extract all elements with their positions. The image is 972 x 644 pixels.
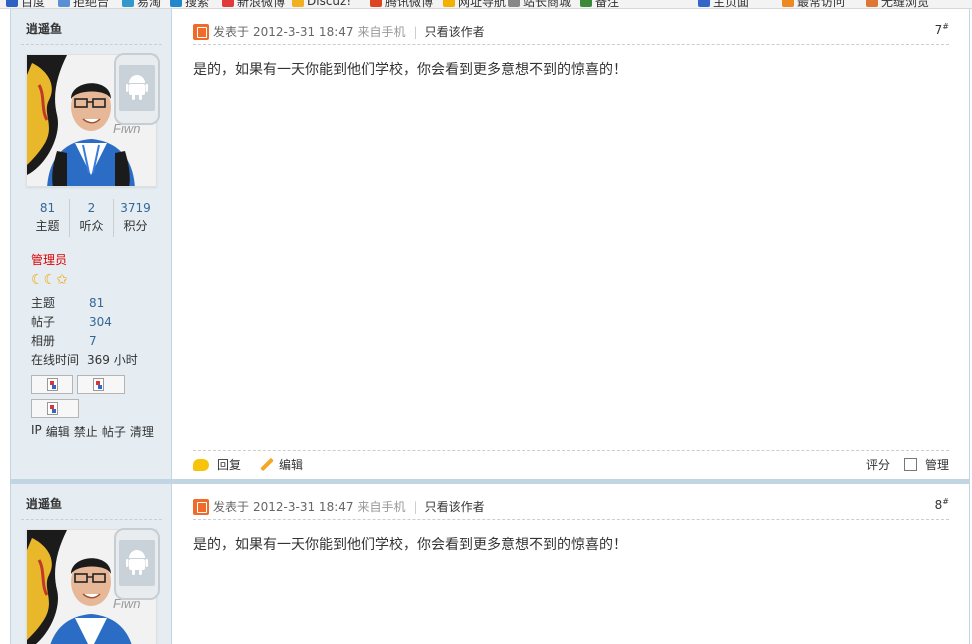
android-icon xyxy=(126,75,148,100)
ban-user-link[interactable]: 禁止 xyxy=(74,423,98,440)
user-group-label[interactable]: 管理员 xyxy=(31,251,67,268)
mobile-phone-icon xyxy=(114,528,160,600)
reply-icon xyxy=(193,458,209,471)
discuz-icon xyxy=(292,0,304,7)
site-icon xyxy=(170,0,182,7)
post-actions: 回复 编辑 评分 管理 xyxy=(193,450,949,478)
medal-icon[interactable] xyxy=(31,375,73,394)
bookmark-item[interactable]: Discuz! xyxy=(292,0,351,8)
author-name[interactable]: 逍遥鱼 xyxy=(26,20,62,37)
edit-button[interactable]: 编辑 xyxy=(259,456,303,473)
bookmark-item[interactable]: 无缝浏览 xyxy=(866,0,929,8)
thread-container: 逍遥鱼 Fiwn 81 主题 2 听众 3719 积分 管理员 ☾ ☾ ✩ 主题… xyxy=(10,9,970,644)
post-7: 逍遥鱼 Fiwn 81 主题 2 听众 3719 积分 管理员 ☾ ☾ ✩ 主题… xyxy=(11,9,969,479)
author-sidebar: 逍遥鱼 Fiwn xyxy=(11,9,172,479)
post-body: 发表于 2012-3-31 18:47 来自手机 | 只看该作者 8# 是的，如… xyxy=(173,484,969,644)
bookmark-item[interactable]: 最常访问 xyxy=(782,0,845,8)
online-time-row: 在线时间 369 小时 xyxy=(31,353,138,367)
edit-user-link[interactable]: 编辑 xyxy=(46,423,70,440)
cleanup-link[interactable]: 清理 xyxy=(130,423,154,440)
post-body: 发表于 2012-3-31 18:47 来自手机 | 只看该作者 7# 是的，如… xyxy=(173,9,969,479)
only-author-link[interactable]: 只看该作者 xyxy=(425,498,485,515)
bookmark-item[interactable]: 网址导航 xyxy=(443,0,506,8)
site-icon xyxy=(122,0,134,7)
author-sidebar: 逍遥鱼 Fiwn xyxy=(11,484,172,644)
home-icon xyxy=(698,0,710,7)
post-source: 来自手机 xyxy=(357,500,406,514)
admin-links: IP 编辑 禁止 帖子 清理 xyxy=(31,423,154,440)
mobile-phone-icon xyxy=(114,53,160,125)
post-time-label: 发表于 xyxy=(213,500,250,514)
medal-icon[interactable] xyxy=(31,399,79,418)
post-header: 发表于 2012-3-31 18:47 来自手机 | 只看该作者 7# xyxy=(193,19,949,45)
ip-link[interactable]: IP xyxy=(31,423,42,440)
info-row: 帖子 304 xyxy=(31,315,112,329)
bookmark-item[interactable]: 站长商城 xyxy=(508,0,571,8)
post-8: 逍遥鱼 Fiwn 发表于 2012-3-31 18:47 来自手机 | 只看该作… xyxy=(11,484,969,644)
rank-stars-icon: ☾ ☾ ✩ xyxy=(31,272,68,288)
manage-label[interactable]: 管理 xyxy=(925,456,949,473)
divider xyxy=(21,44,162,45)
android-icon xyxy=(126,550,148,575)
author-stats: 81 主题 2 听众 3719 积分 xyxy=(26,199,157,237)
post-time: 2012-3-31 18:47 xyxy=(253,24,354,39)
post-icon xyxy=(193,498,209,515)
site-icon xyxy=(508,0,520,7)
post-header: 发表于 2012-3-31 18:47 来自手机 | 只看该作者 8# xyxy=(193,494,949,520)
separator: | xyxy=(413,24,418,39)
weibo-icon xyxy=(222,0,234,7)
moon-icon: ☾ xyxy=(31,272,44,288)
post-source: 来自手机 xyxy=(357,25,406,39)
bookmark-item[interactable]: 百度 xyxy=(6,0,45,8)
site-icon xyxy=(580,0,592,7)
author-info: 主题 81 帖子 304 相册 7 在线时间 369 小时 xyxy=(31,294,161,370)
separator: | xyxy=(413,499,418,514)
user-posts-link[interactable]: 帖子 xyxy=(102,423,126,440)
bookmark-item[interactable]: 易淘 xyxy=(122,0,161,8)
post-content: 是的，如果有一天你能到他们学校，你会看到更多意想不到的惊喜的！ xyxy=(193,62,627,78)
site-icon xyxy=(58,0,70,7)
bookmark-item[interactable]: 腾讯微博 xyxy=(370,0,433,8)
star-icon xyxy=(443,0,455,7)
bookmark-bar: 百度 拒绝台 易淘 搜索 新浪微博 Discuz! 腾讯微博 网址导航 站长商城… xyxy=(0,0,972,9)
info-row: 主题 81 xyxy=(31,296,105,310)
tencent-weibo-icon xyxy=(370,0,382,7)
moon-icon: ☾ xyxy=(43,272,57,288)
pencil-icon xyxy=(259,458,273,472)
post-content: 是的，如果有一天你能到他们学校，你会看到更多意想不到的惊喜的！ xyxy=(193,537,627,553)
stat-followers[interactable]: 2 听众 xyxy=(70,199,114,237)
floor-number[interactable]: 8# xyxy=(935,497,949,512)
baidu-icon xyxy=(6,0,18,7)
bookmark-item[interactable]: 备注 xyxy=(580,0,619,8)
reply-button[interactable]: 回复 xyxy=(193,456,241,473)
author-name[interactable]: 逍遥鱼 xyxy=(26,495,62,512)
firefox-icon xyxy=(782,0,794,7)
bookmark-item[interactable]: 搜索 xyxy=(170,0,209,8)
stat-credits[interactable]: 3719 积分 xyxy=(114,199,157,237)
post-right-actions: 评分 管理 xyxy=(866,456,949,473)
site-icon xyxy=(866,0,878,7)
bookmark-item[interactable]: 拒绝台 xyxy=(58,0,109,8)
post-time-label: 发表于 xyxy=(213,25,250,39)
only-author-link[interactable]: 只看该作者 xyxy=(425,23,485,40)
bookmark-item[interactable]: 新浪微博 xyxy=(222,0,285,8)
divider xyxy=(21,519,162,520)
star-icon: ✩ xyxy=(56,272,68,288)
manage-checkbox[interactable] xyxy=(903,458,917,471)
bookmark-item[interactable]: 主页面 xyxy=(698,0,749,8)
info-row: 相册 7 xyxy=(31,334,97,348)
post-time: 2012-3-31 18:47 xyxy=(253,499,354,514)
rate-button[interactable]: 评分 xyxy=(866,456,890,473)
post-icon xyxy=(193,23,209,40)
stat-threads[interactable]: 81 主题 xyxy=(26,199,70,237)
medal-icon[interactable] xyxy=(77,375,125,394)
floor-number[interactable]: 7# xyxy=(935,22,949,37)
